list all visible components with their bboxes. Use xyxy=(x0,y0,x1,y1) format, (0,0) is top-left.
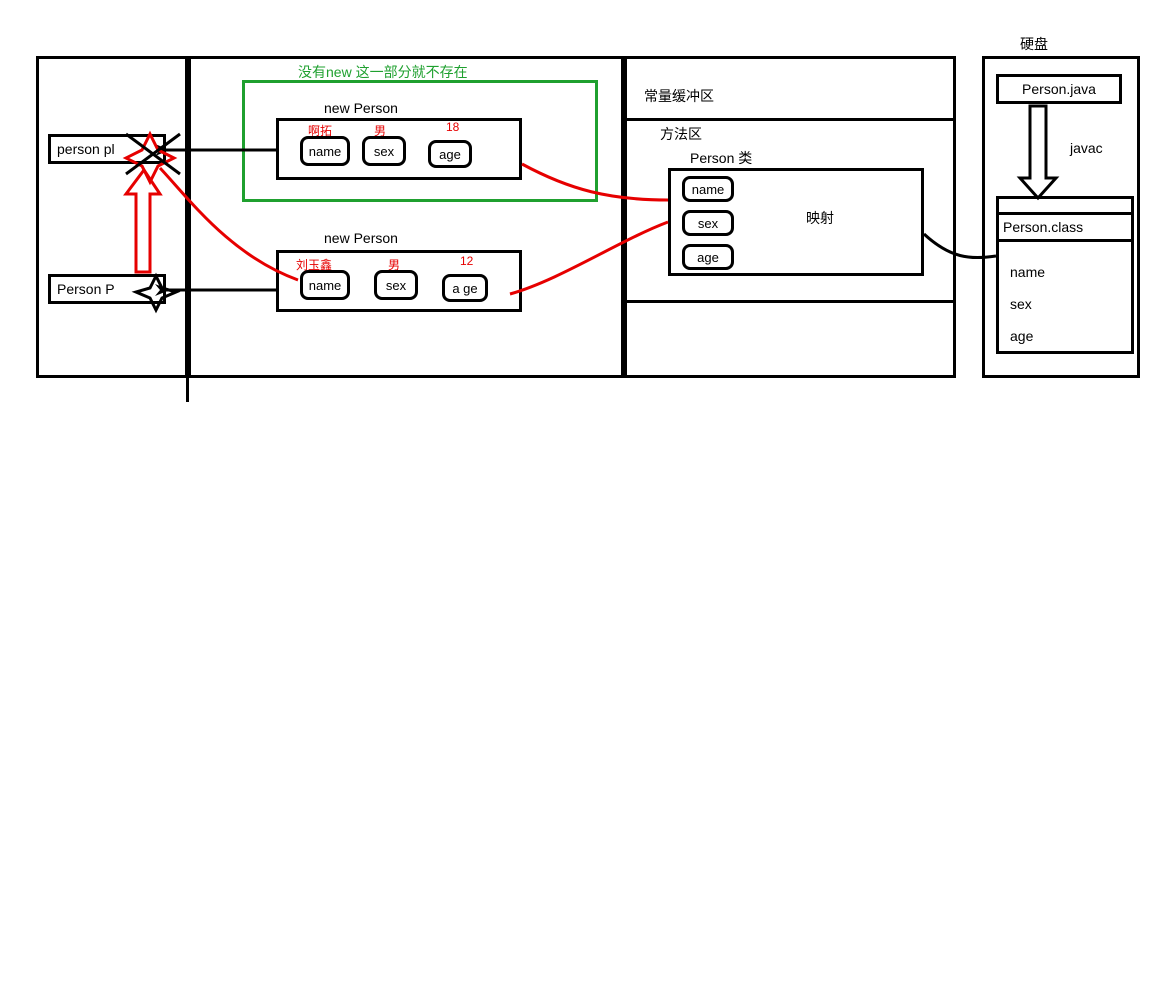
obj1-sex-field: sex xyxy=(362,136,406,166)
obj2-age-value: 12 xyxy=(460,254,473,268)
obj2-title: new Person xyxy=(324,230,398,246)
class-field-name: name xyxy=(682,176,734,202)
obj1-age-field: age xyxy=(428,140,472,168)
file-java-box: Person.java xyxy=(996,74,1122,104)
stack-column xyxy=(36,56,188,378)
disk-field-name: name xyxy=(1010,264,1045,280)
stack-var-p: Person P xyxy=(48,274,166,304)
disk-title: 硬盘 xyxy=(1020,34,1048,54)
stack-var-pl: person pl xyxy=(48,134,166,164)
obj2-sex-field: sex xyxy=(374,270,418,300)
file-java-label: Person.java xyxy=(1022,81,1096,97)
stack-var-p-label: Person P xyxy=(57,281,115,297)
class-field-sex: sex xyxy=(682,210,734,236)
stack-var-pl-label: person pl xyxy=(57,141,115,157)
constant-pool-sep-bottom xyxy=(626,300,954,303)
disk-field-age: age xyxy=(1010,328,1033,344)
class-name-label: Person 类 xyxy=(690,148,752,168)
file-class-header: Person.class xyxy=(996,212,1134,242)
obj1-title: new Person xyxy=(324,100,398,116)
heap-notch xyxy=(186,378,192,402)
diagram-canvas: person pl Person P 没有new 这一部分就不存在 new Pe… xyxy=(0,0,1149,1006)
green-note: 没有new 这一部分就不存在 xyxy=(298,62,468,82)
obj2-age-field: a ge xyxy=(442,274,488,302)
method-area-title: 方法区 xyxy=(660,124,702,144)
mapping-label: 映射 xyxy=(806,208,834,228)
class-field-age: age xyxy=(682,244,734,270)
obj1-age-value: 18 xyxy=(446,120,459,134)
obj1-name-field: name xyxy=(300,136,350,166)
constant-pool-sep-top xyxy=(626,118,954,121)
file-class-label: Person.class xyxy=(1003,219,1083,235)
constant-pool-label: 常量缓冲区 xyxy=(644,86,714,106)
obj2-name-field: name xyxy=(300,270,350,300)
compile-label: javac xyxy=(1070,140,1103,156)
disk-field-sex: sex xyxy=(1010,296,1032,312)
